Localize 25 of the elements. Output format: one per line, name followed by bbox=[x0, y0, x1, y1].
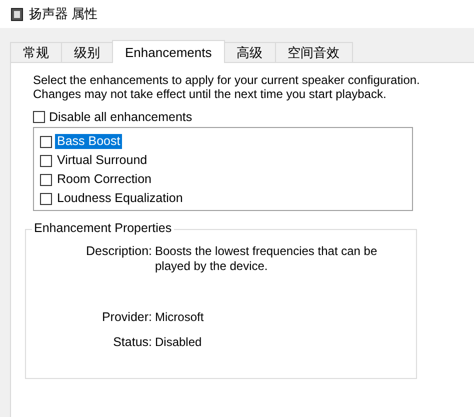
checkbox-label: Disable all enhancements bbox=[49, 110, 192, 124]
list-item[interactable]: Room Correction bbox=[55, 172, 154, 187]
checkbox[interactable] bbox=[40, 174, 52, 186]
group-title: Enhancement Properties bbox=[32, 221, 174, 235]
tab[interactable]: 高级 bbox=[224, 42, 276, 62]
property-value: Disabled bbox=[155, 335, 203, 350]
tab[interactable]: 常规 bbox=[10, 42, 62, 62]
tab[interactable]: 级别 bbox=[61, 42, 113, 62]
checkbox[interactable] bbox=[40, 136, 52, 148]
intro-text: Select the enhancements to apply for your current speaker configuration. Changes may not take effect until the next time you start playback. bbox=[33, 73, 421, 101]
list-item[interactable]: Virtual Surround bbox=[55, 153, 150, 168]
checkbox[interactable] bbox=[40, 192, 52, 204]
checkbox[interactable] bbox=[33, 111, 45, 123]
checkbox[interactable] bbox=[40, 154, 52, 166]
property-label: Description: bbox=[85, 244, 153, 260]
property-label: Provider: bbox=[100, 310, 153, 325]
tab[interactable]: 空间音效 bbox=[274, 42, 353, 62]
speaker-icon bbox=[11, 8, 23, 20]
list-item[interactable]: Bass Boost bbox=[55, 134, 122, 149]
list-item[interactable]: Loudness Equalization bbox=[55, 191, 185, 206]
tab[interactable]: Enhancements bbox=[112, 40, 225, 63]
property-label: Status: bbox=[112, 335, 153, 350]
window-title: 扬声器 属性 bbox=[29, 5, 98, 23]
property-value: Microsoft bbox=[155, 310, 205, 325]
property-value: Boosts the lowest frequencies that can be played by the device. bbox=[155, 244, 378, 274]
